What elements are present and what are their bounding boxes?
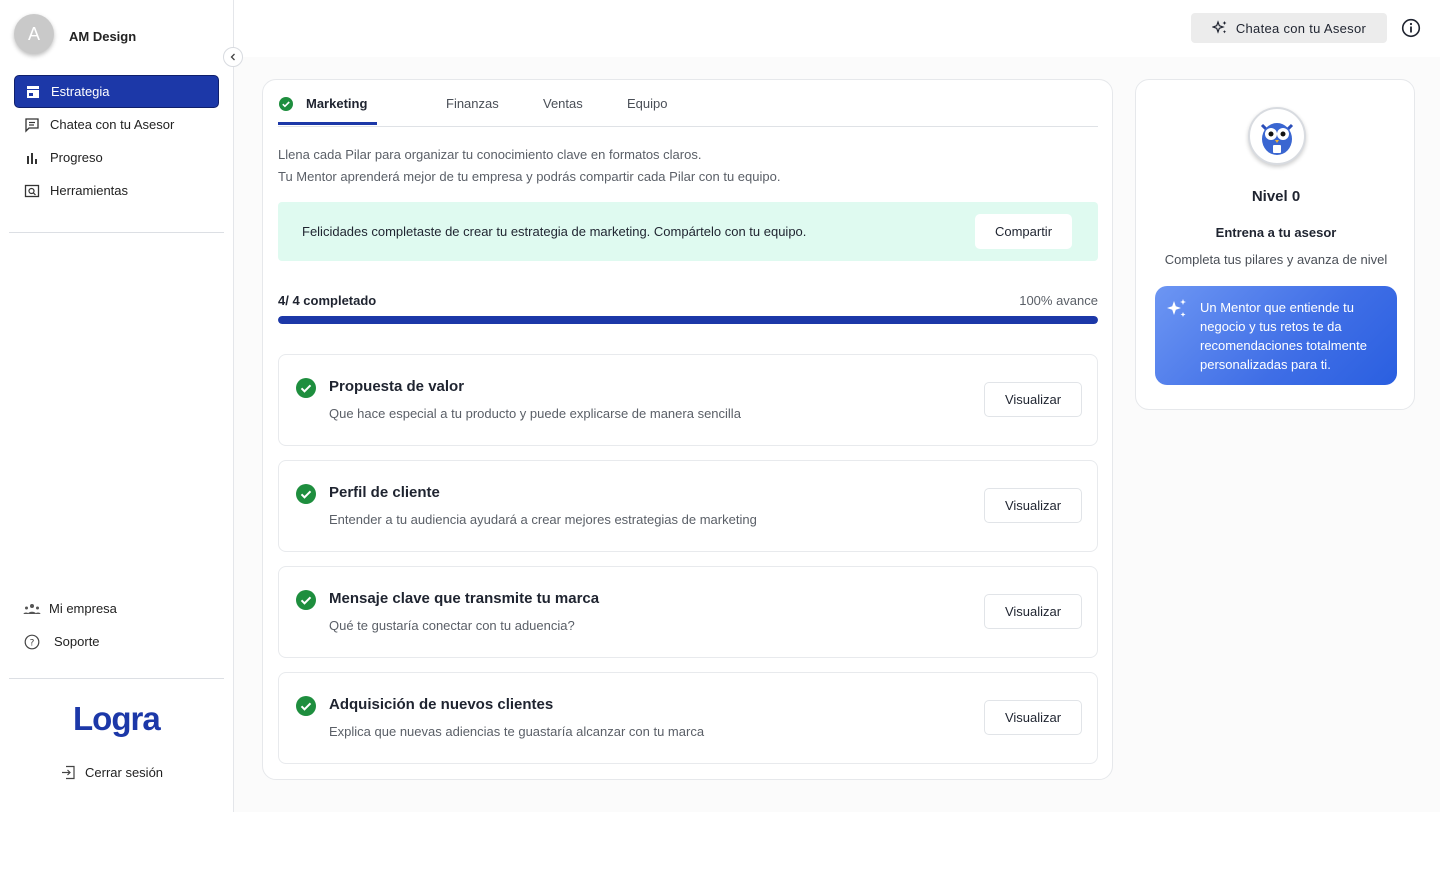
chat-advisor-label: Chatea con tu Asesor: [1235, 20, 1367, 36]
completed-check-icon: [296, 590, 316, 615]
sidebar-item-chat[interactable]: Chatea con tu Asesor: [14, 108, 219, 141]
view-button[interactable]: Visualizar: [984, 488, 1082, 523]
sparkles-icon: [1211, 20, 1228, 36]
tab-equipo[interactable]: Equipo: [627, 96, 667, 111]
pillar-card: Adquisición de nuevos clientes Explica q…: [278, 672, 1098, 764]
tab-marketing[interactable]: Marketing: [306, 96, 367, 111]
pillar-title: Propuesta de valor: [329, 378, 465, 395]
chat-icon: [23, 116, 41, 134]
info-icon[interactable]: [1401, 18, 1421, 43]
active-tab-indicator: [278, 122, 377, 125]
completed-check-icon: [296, 378, 316, 403]
chat-advisor-button[interactable]: Chatea con tu Asesor: [1191, 13, 1387, 43]
pillar-list: Propuesta de valor Que hace especial a t…: [278, 354, 1098, 778]
sidebar-item-label: Chatea con tu Asesor: [50, 117, 175, 132]
progress-bar-fill: [278, 316, 1098, 324]
collapse-sidebar-button[interactable]: [223, 47, 243, 67]
logra-logo: Logra: [73, 700, 161, 737]
sidebar-divider: [9, 678, 224, 679]
completed-check-icon: [296, 484, 316, 509]
view-button[interactable]: Visualizar: [984, 382, 1082, 417]
page-description: Llena cada Pilar para organizar tu conoc…: [278, 144, 780, 188]
sidebar-nav: Estrategia Chatea con tu Asesor Progreso…: [14, 75, 219, 207]
pillar-subtitle: Que hace especial a tu producto y puede …: [329, 406, 741, 421]
mentor-info-box: Un Mentor que entiende tu negocio y tus …: [1155, 286, 1397, 385]
sidebar-divider: [9, 232, 224, 233]
pillar-card: Mensaje clave que transmite tu marca Qué…: [278, 566, 1098, 658]
pillar-title: Adquisición de nuevos clientes: [329, 696, 554, 713]
level-subtitle: Entrena a tu asesor: [1215, 225, 1337, 240]
level-description: Completa tus pilares y avanza de nivel: [1164, 252, 1388, 267]
progress-count: 4/ 4 completado: [278, 293, 377, 308]
level-card: Nivel 0 Entrena a tu asesor Completa tus…: [1135, 79, 1415, 410]
pillar-subtitle: Entender a tu audiencia ayudará a crear …: [329, 512, 757, 527]
sidebar-item-soporte[interactable]: ? Soporte: [22, 625, 117, 658]
pillar-title: Perfil de cliente: [329, 484, 440, 501]
sidebar-item-label: Progreso: [50, 150, 103, 165]
completion-banner: Felicidades completaste de crear tu estr…: [278, 202, 1098, 261]
sidebar-item-estrategia[interactable]: Estrategia: [14, 75, 219, 108]
share-button[interactable]: Compartir: [975, 214, 1072, 249]
user-profile[interactable]: A AM Design: [14, 14, 136, 54]
pillar-subtitle: Qué te gustaría conectar con tu aduencia…: [329, 618, 575, 633]
team-icon: [22, 600, 42, 618]
app-window: A AM Design Estrategia Chatea con tu Ase…: [0, 0, 1440, 812]
logout-icon: [61, 765, 76, 780]
tab-completed-check-icon: [279, 97, 293, 116]
pillar-card: Propuesta de valor Que hace especial a t…: [278, 354, 1098, 446]
description-line: Tu Mentor aprenderá mejor de tu empresa …: [278, 169, 781, 184]
sidebar-item-label: Mi empresa: [49, 601, 117, 616]
help-circle-icon: ?: [22, 633, 42, 651]
svg-text:?: ?: [30, 638, 35, 648]
banner-text: Felicidades completaste de crear tu estr…: [302, 224, 807, 239]
description-line: Llena cada Pilar para organizar tu conoc…: [278, 147, 702, 162]
top-bar: Chatea con tu Asesor: [234, 0, 1440, 57]
pillar-subtitle: Explica que nuevas adiencias te guastarí…: [329, 724, 705, 739]
sidebar-item-label: Estrategia: [51, 84, 110, 99]
sidebar-item-label: Herramientas: [50, 183, 129, 198]
owl-mascot-icon: [1260, 123, 1294, 155]
pillar-title: Mensaje clave que transmite tu marca: [329, 590, 600, 607]
view-button[interactable]: Visualizar: [984, 594, 1082, 629]
pillar-tabs: Marketing Finanzas Ventas Equipo: [278, 80, 1098, 127]
progress-bar: [278, 316, 1098, 324]
level-title: Nivel 0: [1251, 188, 1301, 205]
logout-label: Cerrar sesión: [85, 765, 164, 780]
strategy-card: Marketing Finanzas Ventas Equipo Llena c…: [262, 79, 1113, 780]
sidebar-item-progreso[interactable]: Progreso: [14, 141, 219, 174]
tab-ventas[interactable]: Ventas: [543, 96, 583, 111]
sidebar-item-herramientas[interactable]: Herramientas: [14, 174, 219, 207]
profile-name: AM Design: [69, 28, 137, 44]
chevron-left-icon: [230, 53, 235, 61]
sidebar-item-mi-empresa[interactable]: Mi empresa: [22, 592, 117, 625]
avatar: A: [14, 14, 54, 54]
sidebar: A AM Design Estrategia Chatea con tu Ase…: [0, 0, 234, 812]
completed-check-icon: [296, 696, 316, 721]
progress-percent: 100% avance: [1019, 293, 1098, 308]
sparkles-icon: [1165, 297, 1189, 326]
mentor-text: Un Mentor que entiende tu negocio y tus …: [1200, 300, 1367, 372]
logout-button[interactable]: Cerrar sesión: [61, 765, 163, 780]
pillar-card: Perfil de cliente Entender a tu audienci…: [278, 460, 1098, 552]
view-button[interactable]: Visualizar: [984, 700, 1082, 735]
store-icon: [24, 83, 42, 101]
mascot-avatar: [1248, 107, 1306, 165]
sidebar-bottom-nav: Mi empresa ? Soporte: [22, 592, 117, 658]
sidebar-item-label: Soporte: [54, 634, 100, 649]
bar-chart-icon: [23, 149, 41, 167]
tools-icon: [23, 182, 41, 200]
tab-finanzas[interactable]: Finanzas: [446, 96, 499, 111]
